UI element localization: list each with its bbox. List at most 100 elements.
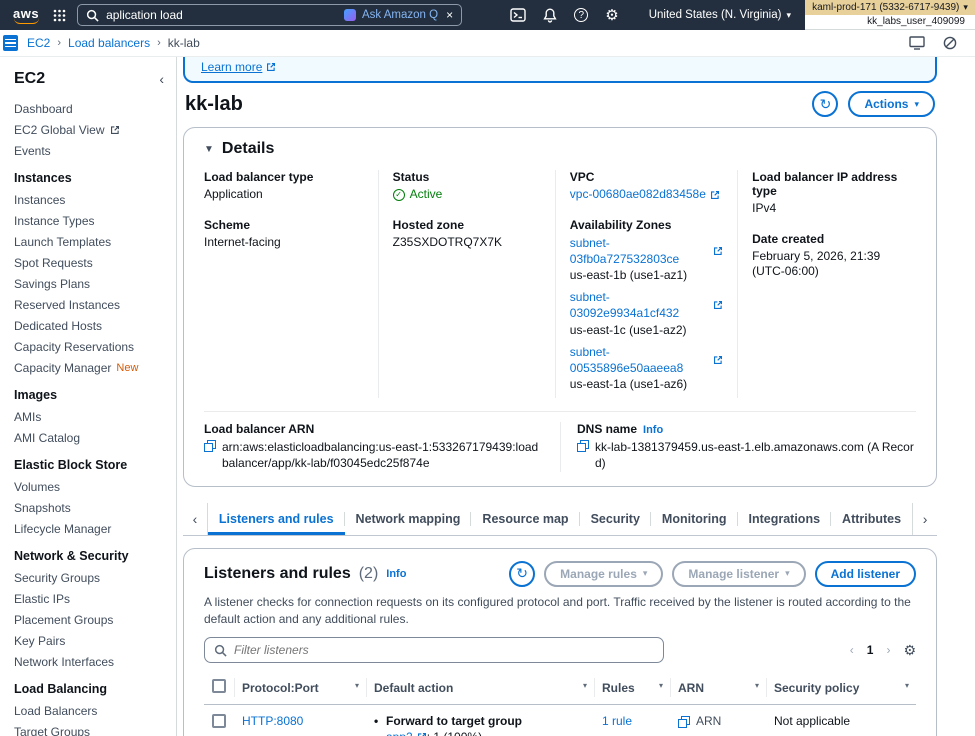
select-all-checkbox[interactable]: [212, 679, 226, 693]
global-search-bar[interactable]: Ask Amazon Q ×: [77, 4, 462, 26]
caret-down-icon: ▾: [643, 568, 648, 579]
column-filter-caret-icon[interactable]: ▾: [905, 681, 909, 690]
dns-info-link[interactable]: Info: [643, 424, 663, 436]
screen-share-icon[interactable]: [909, 36, 925, 50]
sidebar-item-instances[interactable]: Instances: [14, 189, 176, 210]
sidebar-item-reserved-instances[interactable]: Reserved Instances: [14, 294, 176, 315]
tab-integrations[interactable]: Integrations: [738, 503, 832, 535]
col-default-action[interactable]: Default action▾: [366, 671, 594, 705]
subnet-link[interactable]: subnet-03fb0a727532803ce: [570, 235, 709, 267]
sidebar-item-savings-plans[interactable]: Savings Plans: [14, 273, 176, 294]
select-all-header[interactable]: [204, 671, 234, 705]
tab-resource-map[interactable]: Resource map: [471, 503, 579, 535]
arn-label: ARN: [696, 714, 721, 728]
table-preferences-gear-icon[interactable]: ⚙: [903, 642, 916, 659]
notifications-bell-icon[interactable]: [543, 8, 557, 23]
sidebar-item-dashboard[interactable]: Dashboard: [14, 98, 176, 119]
sidebar-item-target-groups[interactable]: Target Groups: [14, 721, 176, 736]
tab-attributes[interactable]: Attributes: [831, 503, 912, 535]
copy-icon[interactable]: [577, 440, 589, 452]
collapse-sidebar-icon[interactable]: ‹: [159, 71, 164, 87]
target-group-link[interactable]: app2: [386, 730, 413, 736]
row-checkbox[interactable]: [212, 714, 226, 728]
sidebar-item-capacity-reservations[interactable]: Capacity Reservations: [14, 336, 176, 357]
refresh-button[interactable]: ↻: [812, 91, 838, 117]
sidebar-item-instance-types[interactable]: Instance Types: [14, 210, 176, 231]
tab-security[interactable]: Security: [580, 503, 651, 535]
sidebar-item-placement-groups[interactable]: Placement Groups: [14, 609, 176, 630]
chevron-right-icon: ›: [57, 37, 61, 49]
copy-arn-icon[interactable]: [678, 716, 690, 728]
aws-logo[interactable]: aws: [10, 6, 42, 24]
page-next-icon[interactable]: ›: [886, 643, 890, 657]
page-header: kk-lab ↻ Actions ▾: [185, 91, 935, 117]
history-clock-icon[interactable]: [943, 36, 957, 50]
breadcrumb-ec2[interactable]: EC2: [27, 36, 50, 50]
region-selector[interactable]: United States (N. Virginia) ▾: [635, 0, 805, 30]
account-menu-button[interactable]: kaml-prod-171 (5332-6717-9439) ▾: [805, 0, 975, 15]
scheme-value: Internet-facing: [204, 235, 364, 251]
sidebar-item-dedicated-hosts[interactable]: Dedicated Hosts: [14, 315, 176, 336]
rules-link[interactable]: 1 rule: [602, 714, 632, 728]
vpc-link[interactable]: vpc-00680ae082d83458e: [570, 187, 706, 203]
az-name: us-east-1c (use1-az2): [570, 323, 687, 337]
copy-icon[interactable]: [204, 440, 216, 452]
column-filter-caret-icon[interactable]: ▾: [755, 681, 759, 690]
sidebar-item-ami-catalog[interactable]: AMI Catalog: [14, 427, 176, 448]
tab-listeners-and-rules[interactable]: Listeners and rules: [208, 503, 345, 535]
close-icon[interactable]: ×: [446, 8, 453, 22]
col-rules[interactable]: Rules▾: [594, 671, 670, 705]
info-alert: Learn more: [183, 57, 937, 83]
page-prev-icon[interactable]: ‹: [850, 643, 854, 657]
listener-protocol-link[interactable]: HTTP:8080: [242, 714, 303, 728]
sidebar-item-events[interactable]: Events: [14, 140, 176, 161]
learn-more-link[interactable]: Learn more: [201, 60, 276, 74]
sidebar-item-key-pairs[interactable]: Key Pairs: [14, 630, 176, 651]
app-grid-icon[interactable]: [53, 9, 66, 22]
col-security-policy[interactable]: Security policy▾: [766, 671, 916, 705]
filter-listeners-box[interactable]: [204, 637, 664, 663]
external-link-icon: [713, 300, 723, 310]
filter-listeners-input[interactable]: [234, 643, 654, 657]
tab-monitoring[interactable]: Monitoring: [651, 503, 738, 535]
col-protocol-port[interactable]: Protocol:Port▾: [234, 671, 366, 705]
tabs-scroll-right-icon[interactable]: ›: [912, 503, 937, 535]
sidebar-item-launch-templates[interactable]: Launch Templates: [14, 231, 176, 252]
sidebar-item-snapshots[interactable]: Snapshots: [14, 497, 176, 518]
settings-gear-icon[interactable]: ⚙: [605, 8, 618, 23]
page-number[interactable]: 1: [867, 643, 874, 657]
sidebar-item-load-balancers[interactable]: Load Balancers: [14, 700, 176, 721]
help-icon[interactable]: ?: [574, 8, 588, 22]
column-filter-caret-icon[interactable]: ▾: [355, 681, 359, 690]
col-arn[interactable]: ARN▾: [670, 671, 766, 705]
sidebar-item-ec2-global-view[interactable]: EC2 Global View: [14, 119, 176, 140]
sidebar-item-lifecycle-manager[interactable]: Lifecycle Manager: [14, 518, 176, 539]
sidebar-item-security-groups[interactable]: Security Groups: [14, 567, 176, 588]
ask-amazon-q[interactable]: Ask Amazon Q ×: [344, 8, 453, 22]
sidebar-item-capacity-manager[interactable]: Capacity Manager New: [14, 357, 176, 378]
subnet-link[interactable]: subnet-03092e9934a1cf432: [570, 289, 709, 321]
column-filter-caret-icon[interactable]: ▾: [659, 681, 663, 690]
ask-amazon-q-label: Ask Amazon Q: [362, 9, 438, 21]
refresh-button[interactable]: ↻: [509, 561, 535, 587]
search-input[interactable]: [106, 8, 337, 22]
column-filter-caret-icon[interactable]: ▾: [583, 681, 587, 690]
subnet-link[interactable]: subnet-00535896e50aaeea8: [570, 344, 709, 376]
add-listener-button[interactable]: Add listener: [815, 561, 916, 587]
tabs-scroll-left-icon[interactable]: ‹: [183, 503, 208, 535]
side-nav-toggle-icon[interactable]: [3, 35, 18, 51]
breadcrumb-load-balancers[interactable]: Load balancers: [68, 36, 150, 50]
manage-listener-button[interactable]: Manage listener ▾: [672, 561, 805, 587]
region-label: United States (N. Virginia): [649, 9, 782, 21]
actions-button[interactable]: Actions ▾: [848, 91, 935, 117]
cloudshell-icon[interactable]: [510, 8, 526, 22]
sidebar-item-spot-requests[interactable]: Spot Requests: [14, 252, 176, 273]
listeners-info-link[interactable]: Info: [386, 568, 406, 580]
sidebar-item-network-interfaces[interactable]: Network Interfaces: [14, 651, 176, 672]
manage-rules-button[interactable]: Manage rules ▾: [544, 561, 663, 587]
tab-network-mapping[interactable]: Network mapping: [345, 503, 472, 535]
sidebar-item-elastic-ips[interactable]: Elastic IPs: [14, 588, 176, 609]
details-header[interactable]: ▼ Details: [204, 140, 916, 158]
sidebar-item-volumes[interactable]: Volumes: [14, 476, 176, 497]
sidebar-item-amis[interactable]: AMIs: [14, 406, 176, 427]
